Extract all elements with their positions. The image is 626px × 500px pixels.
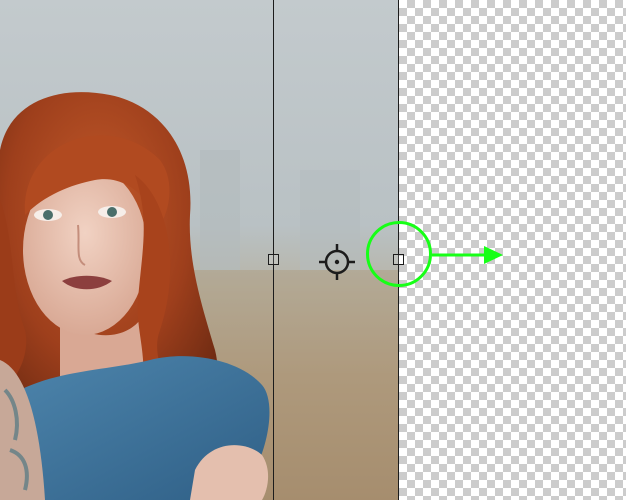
bounding-box-left-edge <box>273 0 274 500</box>
annotation-highlight-circle <box>366 221 432 287</box>
crosshair-icon[interactable] <box>318 243 356 281</box>
square-handle-icon[interactable] <box>268 254 279 265</box>
editor-canvas[interactable] <box>0 0 626 500</box>
arrow-right-icon <box>432 242 506 268</box>
